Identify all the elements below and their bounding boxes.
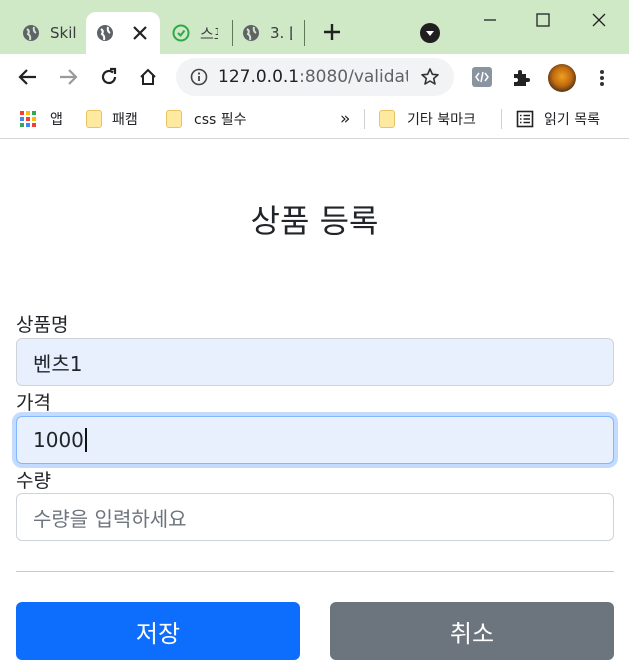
bookmarks-bar: 앱 패캠 css 필수 » 기타 북마크 읽기 목록 [0,100,629,139]
more-bookmarks-button[interactable]: » [340,107,350,131]
bookmark-label: css 필수 [194,112,247,128]
bookmark-folder[interactable]: 패캠 [86,107,138,131]
browser-tab[interactable]: 스프 [170,12,230,54]
price-value: 1000 [33,428,84,452]
app-icon [172,24,190,42]
profile-avatar[interactable] [548,64,576,92]
bookmark-label: 앱 [50,112,63,128]
save-button-label: 저장 [135,619,181,648]
text-caret [84,428,87,452]
devtools-extension-icon[interactable] [470,65,494,89]
tab-strip: Skil 스프 3. [ [0,0,629,54]
folder-icon [379,110,395,128]
home-icon [140,68,156,85]
reload-button[interactable] [96,64,122,90]
bookmark-separator [364,109,365,129]
reading-list-button[interactable]: 읽기 목록 [516,107,600,131]
quantity-label: 수량 [16,470,51,492]
item-name-label: 상품명 [16,314,69,336]
tab-separator [304,20,305,46]
new-tab-button[interactable] [320,20,344,44]
tab-title: Skil [50,24,76,42]
globe-icon [242,24,260,42]
price-label: 가격 [16,392,51,414]
form-divider [16,571,614,572]
folder-icon [166,110,182,128]
quantity-input[interactable]: 수량을 입력하세요 [16,493,614,541]
forward-arrow-icon [60,69,78,85]
browser-tab[interactable]: Skil [14,12,76,54]
minimize-icon [484,19,496,21]
bookmark-star-icon[interactable] [420,67,440,87]
bookmark-label: 읽기 목록 [544,112,600,128]
back-button[interactable] [15,64,41,90]
bookmark-separator [501,109,502,129]
close-icon [592,13,606,27]
cancel-button-label: 취소 [449,619,495,648]
folder-icon [86,110,102,128]
bookmark-apps[interactable]: 앱 [20,107,63,131]
close-tab-icon[interactable] [130,23,150,47]
maximize-button[interactable] [531,8,555,32]
globe-icon [96,24,114,42]
browser-tab-active[interactable] [86,12,160,54]
more-bookmarks-icon: » [340,109,351,129]
tab-title: 스프 [200,24,218,43]
url-path: :8080/validati... [299,67,408,87]
close-window-button[interactable] [587,8,611,32]
forward-button[interactable] [55,64,81,90]
browser-toolbar: 127.0.0.1:8080/validati... [0,54,629,100]
back-arrow-icon [18,69,36,85]
bookmark-folder[interactable]: css 필수 [166,107,247,131]
bookmark-folder-other[interactable]: 기타 북마크 [379,107,476,131]
plus-icon [324,24,340,40]
bookmark-label: 패캠 [112,112,138,128]
url-host: 127.0.0.1 [218,67,300,87]
price-input[interactable]: 1000 [16,416,614,464]
reload-icon [101,67,117,85]
quantity-placeholder: 수량을 입력하세요 [33,506,187,531]
site-info-icon[interactable] [190,68,208,86]
apps-grid-icon [20,111,36,127]
tab-title: 3. [ [270,24,292,42]
reading-list-icon [516,110,534,128]
bookmark-label: 기타 북마크 [407,112,476,128]
url-text: 127.0.0.1:8080/validati... [218,67,408,87]
minimize-button[interactable] [478,8,502,32]
maximize-icon [536,13,550,27]
tab-search-button[interactable] [420,23,440,43]
tab-separator [232,20,233,46]
browser-tab[interactable]: 3. [ [242,12,304,54]
page-title: 상품 등록 [250,202,379,240]
home-button[interactable] [135,64,161,90]
cancel-button[interactable]: 취소 [330,602,614,660]
extensions-puzzle-icon[interactable] [509,65,533,89]
browser-menu-icon[interactable] [592,66,612,90]
item-name-value: 벤츠1 [33,351,83,376]
item-name-input[interactable]: 벤츠1 [16,338,614,386]
address-bar[interactable]: 127.0.0.1:8080/validati... [176,58,454,96]
save-button[interactable]: 저장 [16,602,300,660]
globe-icon [22,24,40,42]
